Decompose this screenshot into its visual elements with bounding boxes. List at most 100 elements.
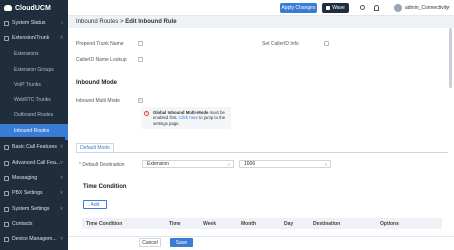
prepend-trunk-name-label: Prepend Trunk Name	[76, 41, 124, 47]
chevron-right-icon: ›	[61, 20, 63, 26]
gear-icon	[4, 206, 9, 212]
sidebar-item-label: WebRTC Trunks	[14, 97, 51, 103]
multi-mode-notice: ! Global Inbound Multi-Mode must be enab…	[141, 107, 231, 129]
notice-bold: Global Inbound Multi-Mode	[153, 110, 209, 115]
extension-icon	[4, 35, 9, 41]
callerid-name-lookup-label: CallerID Name Lookup	[76, 57, 127, 63]
sidebar-item-label: PBX Settings	[12, 190, 43, 196]
sidebar-item-system-settings[interactable]: System Settings ˅	[0, 203, 68, 215]
sidebar-item-label: Inbound Routes	[14, 127, 50, 134]
sidebar-item-outbound-routes[interactable]: Outbound Routes	[0, 109, 68, 121]
app-logo[interactable]: CloudUCM	[0, 0, 68, 16]
sidebar-item-extension-trunk[interactable]: Extension/Trunk ˄	[0, 32, 68, 44]
tab-divider	[76, 152, 448, 153]
phone-settings-icon	[4, 160, 9, 166]
chevron-down-icon[interactable]: ˅	[447, 5, 450, 11]
chevron-down-icon: ˅	[227, 161, 230, 167]
page-title: Edit Inbound Rule	[125, 19, 177, 25]
pbx-icon	[4, 190, 9, 196]
top-bar: Apply Changes Wave admin_Connectivity ˅	[68, 0, 454, 16]
column-header: Destination	[313, 221, 341, 227]
sidebar-item-basic-call-features[interactable]: Basic Call Features ˅	[0, 141, 68, 153]
set-callerid-info-label: Set CallerID Info	[262, 41, 299, 47]
destination-extension-select[interactable]: 1006 ˅	[239, 160, 331, 168]
wave-label: Wave	[332, 5, 345, 11]
sidebar-item-pbx-settings[interactable]: PBX Settings ˅	[0, 187, 68, 199]
form-footer	[68, 236, 454, 250]
sidebar-item-label: System Settings	[12, 206, 50, 212]
column-header: Time Condition	[86, 221, 123, 227]
chevron-up-icon: ˄	[60, 35, 63, 41]
destination-extension-value: 1006	[244, 161, 256, 167]
breadcrumb-parent[interactable]: Inbound Routes	[76, 19, 118, 25]
sidebar-item-voip-trunks[interactable]: VoIP Trunks	[0, 79, 68, 91]
column-header: Month	[241, 221, 256, 227]
warning-icon: !	[144, 111, 149, 116]
sidebar-item-device-management[interactable]: Device Managem... ˅	[0, 233, 68, 245]
contacts-icon	[4, 221, 9, 227]
sidebar-item-label: Contacts	[12, 221, 33, 227]
app-name: CloudUCM	[15, 4, 51, 12]
save-button[interactable]: Save	[170, 238, 193, 247]
chevron-down-icon: ˅	[324, 161, 327, 167]
phone-icon	[4, 144, 9, 150]
device-icon	[4, 236, 9, 242]
add-time-condition-button[interactable]: Add	[83, 200, 107, 209]
wave-icon	[326, 6, 331, 10]
chevron-down-icon: ˅	[60, 236, 63, 242]
sidebar-item-advanced-call-features[interactable]: Advanced Call Fea... ˅	[0, 157, 68, 169]
sidebar-item-extensions[interactable]: Extensions	[0, 48, 68, 60]
chevron-down-icon: ˅	[60, 144, 63, 150]
apply-changes-button[interactable]: Apply Changes	[280, 3, 317, 13]
chevron-down-icon: ˅	[60, 160, 63, 166]
sidebar-item-webrtc-trunks[interactable]: WebRTC Trunks	[0, 94, 68, 106]
sidebar-item-extension-groups[interactable]: Extension Groups	[0, 64, 68, 76]
sidebar-item-label: Device Managem...	[12, 236, 57, 242]
sidebar-item-label: System Status	[12, 20, 46, 26]
sidebar-item-contacts[interactable]: Contacts	[0, 218, 68, 230]
sidebar: CloudUCM System Status › Extension/Trunk…	[0, 0, 68, 250]
wave-button[interactable]: Wave	[322, 3, 349, 13]
bell-icon[interactable]	[374, 5, 379, 11]
inbound-mode-title: Inbound Mode	[76, 80, 117, 86]
page-scrollbar[interactable]	[449, 28, 452, 88]
breadcrumb-separator: >	[120, 19, 124, 25]
notice-link[interactable]: Click here	[179, 115, 198, 120]
sidebar-item-messaging[interactable]: Messaging ˅	[0, 172, 68, 184]
column-header: Day	[284, 221, 294, 227]
cloud-icon	[4, 5, 12, 11]
sidebar-item-label: Basic Call Features	[12, 144, 57, 150]
chevron-down-icon: ˅	[60, 206, 63, 212]
destination-type-value: Extension	[147, 161, 169, 167]
column-header: Time	[169, 221, 181, 227]
breadcrumb: Inbound Routes > Edit Inbound Rule	[76, 19, 177, 25]
sidebar-item-label: VoIP Trunks	[14, 82, 41, 88]
message-icon	[4, 175, 9, 181]
sidebar-item-label: Extensions	[14, 51, 39, 57]
sidebar-item-label: Extension Groups	[14, 67, 54, 73]
column-header: Week	[203, 221, 216, 227]
set-callerid-info-checkbox[interactable]	[324, 41, 329, 46]
username[interactable]: admin_Connectivity	[405, 5, 449, 11]
search-icon[interactable]	[360, 5, 365, 10]
chevron-down-icon: ˅	[60, 190, 63, 196]
sidebar-item-inbound-routes[interactable]: Inbound Routes	[0, 124, 68, 137]
avatar[interactable]	[394, 4, 402, 12]
cancel-button[interactable]: Cancel	[139, 238, 161, 247]
inbound-multi-mode-label: Inbound Multi Mode	[76, 98, 120, 104]
column-header: Options	[380, 221, 399, 227]
sidebar-item-label: Outbound Routes	[14, 112, 54, 118]
inbound-multi-mode-checkbox[interactable]	[138, 98, 143, 103]
prepend-trunk-name-checkbox[interactable]	[138, 41, 143, 46]
destination-type-select[interactable]: Extension ˅	[142, 160, 234, 168]
sidebar-item-label: Messaging	[12, 175, 38, 181]
sidebar-item-system-status[interactable]: System Status ›	[0, 17, 68, 29]
required-mark: *	[79, 162, 81, 168]
sidebar-item-label: Advanced Call Fea...	[12, 160, 61, 166]
callerid-name-lookup-checkbox[interactable]	[138, 57, 143, 62]
default-destination-text: Default Destination	[82, 162, 125, 168]
time-condition-title: Time Condition	[83, 184, 127, 190]
sidebar-item-label: Extension/Trunk	[12, 35, 50, 41]
chevron-down-icon: ˅	[60, 175, 63, 181]
monitor-icon	[4, 20, 9, 26]
